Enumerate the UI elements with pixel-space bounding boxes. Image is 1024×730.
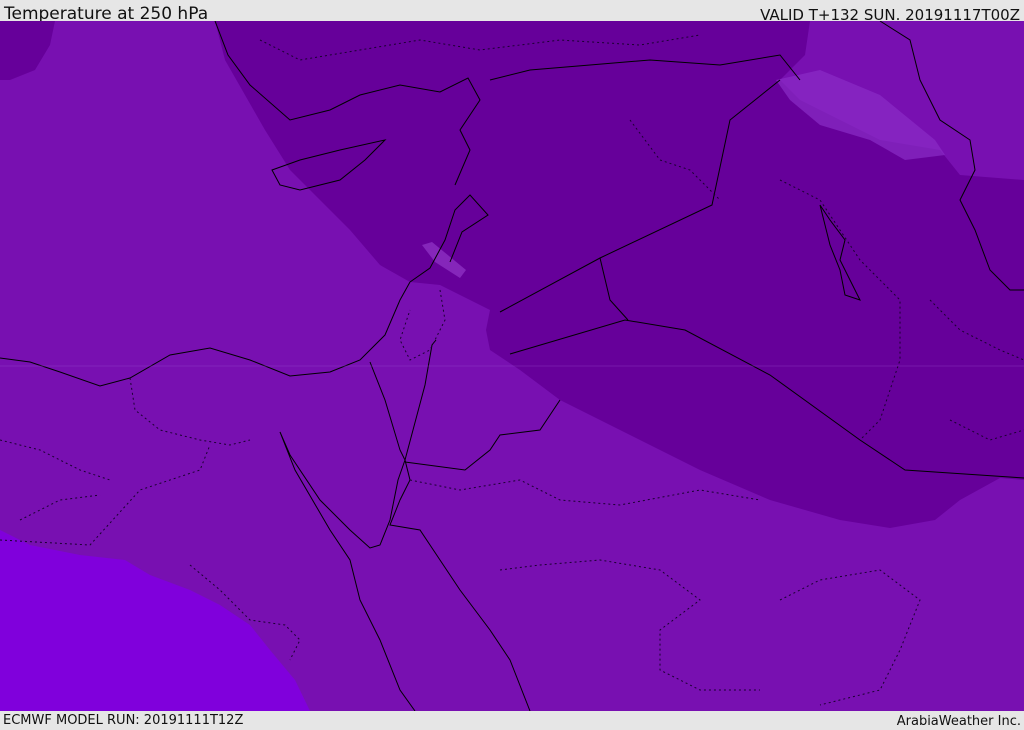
header-bar: Temperature at 250 hPa VALID T+132 SUN. … [0, 0, 1024, 24]
footer-bar: ECMWF MODEL RUN: 20191111T12Z ArabiaWeat… [0, 711, 1024, 729]
map-panel [0, 21, 1024, 711]
model-run-label: ECMWF MODEL RUN: 20191111T12Z [3, 713, 244, 728]
credit-label: ArabiaWeather Inc. [896, 714, 1021, 729]
temperature-map [0, 21, 1024, 711]
